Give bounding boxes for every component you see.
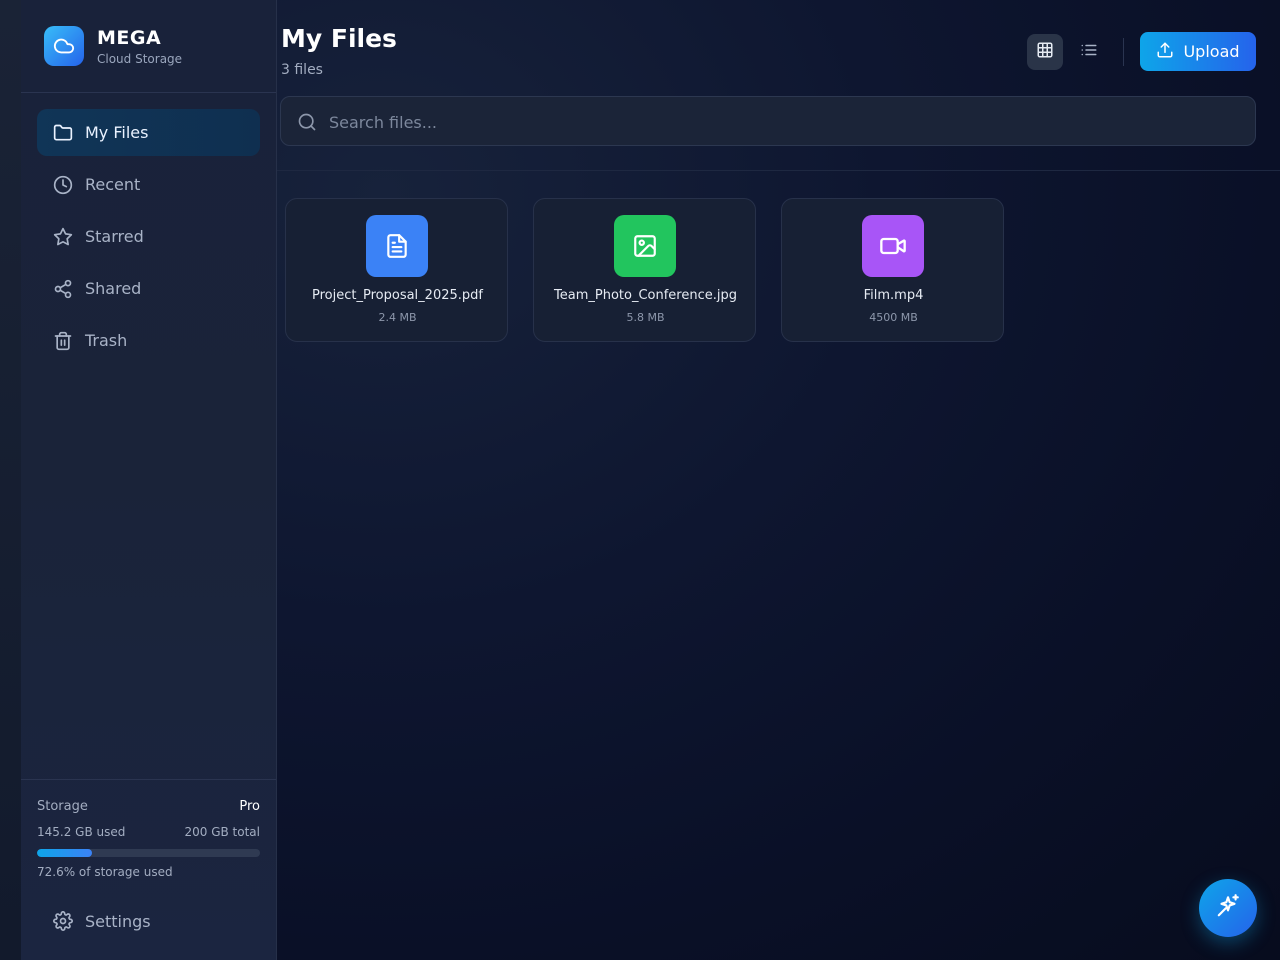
file-size: 4500 MB [869,311,918,324]
storage-progress-bar [37,849,260,857]
file-card[interactable]: Project_Proposal_2025.pdf 2.4 MB [285,198,508,342]
page-title: My Files [281,24,397,53]
sidebar: MEGA Cloud Storage My Files Recent Starr… [21,0,277,960]
brand-header: MEGA Cloud Storage [21,0,276,93]
file-name: Film.mp4 [863,288,924,303]
upload-button[interactable]: Upload [1140,32,1256,71]
storage-plan: Pro [239,799,260,814]
star-icon [53,227,73,247]
brand-subtitle: Cloud Storage [97,52,183,66]
upload-icon [1156,41,1174,63]
sidebar-item-shared[interactable]: Shared [37,265,260,312]
file-name: Project_Proposal_2025.pdf [312,288,483,303]
storage-total: 200 GB total [184,825,260,839]
sidebar-item-label: Starred [85,227,144,246]
list-view-icon [1080,41,1098,63]
ai-assistant-button[interactable] [1199,879,1257,937]
search-icon [297,112,317,132]
storage-progress-fill [37,849,92,857]
sidebar-item-label: Recent [85,175,141,194]
file-count: 3 files [281,62,323,78]
sidebar-item-label: Shared [85,279,142,298]
file-size: 2.4 MB [378,311,417,324]
grid-view-icon [1036,41,1054,63]
storage-title: Storage [37,799,88,814]
storage-percent: 72.6% of storage used [37,865,173,879]
grid-view-button[interactable] [1027,34,1063,70]
gear-icon [53,911,73,931]
trash-icon [53,331,73,351]
section-divider [277,170,1280,171]
document-icon [366,215,428,277]
search-bar [280,96,1256,146]
settings-label: Settings [85,911,151,931]
file-card[interactable]: Film.mp4 4500 MB [781,198,1004,342]
settings-button[interactable]: Settings [37,898,260,944]
upload-label: Upload [1183,42,1240,61]
image-icon [614,215,676,277]
storage-used: 145.2 GB used [37,825,126,839]
storage-panel: Storage Pro 145.2 GB used 200 GB total 7… [21,779,276,960]
main-content: My Files 3 files Upload Search files... … [277,0,1280,960]
clock-icon [53,175,73,195]
list-view-button[interactable] [1071,34,1107,70]
toolbar-divider [1123,38,1124,66]
cloud-icon [44,26,84,66]
sidebar-item-label: My Files [85,123,149,142]
file-size: 5.8 MB [626,311,665,324]
file-name: Team_Photo_Conference.jpg [554,288,737,303]
sidebar-nav: My Files Recent Starred Shared Trash [37,109,260,369]
sidebar-item-my-files[interactable]: My Files [37,109,260,156]
share-icon [53,279,73,299]
sidebar-item-label: Trash [85,331,128,350]
window-edge [0,0,21,960]
sidebar-item-recent[interactable]: Recent [37,161,260,208]
search-input[interactable] [329,109,1229,135]
video-icon [862,215,924,277]
sparkles-icon [1215,893,1241,923]
file-card[interactable]: Team_Photo_Conference.jpg 5.8 MB [533,198,756,342]
folder-icon [53,123,73,143]
sidebar-item-starred[interactable]: Starred [37,213,260,260]
sidebar-item-trash[interactable]: Trash [37,317,260,364]
brand-name: MEGA [97,27,162,49]
